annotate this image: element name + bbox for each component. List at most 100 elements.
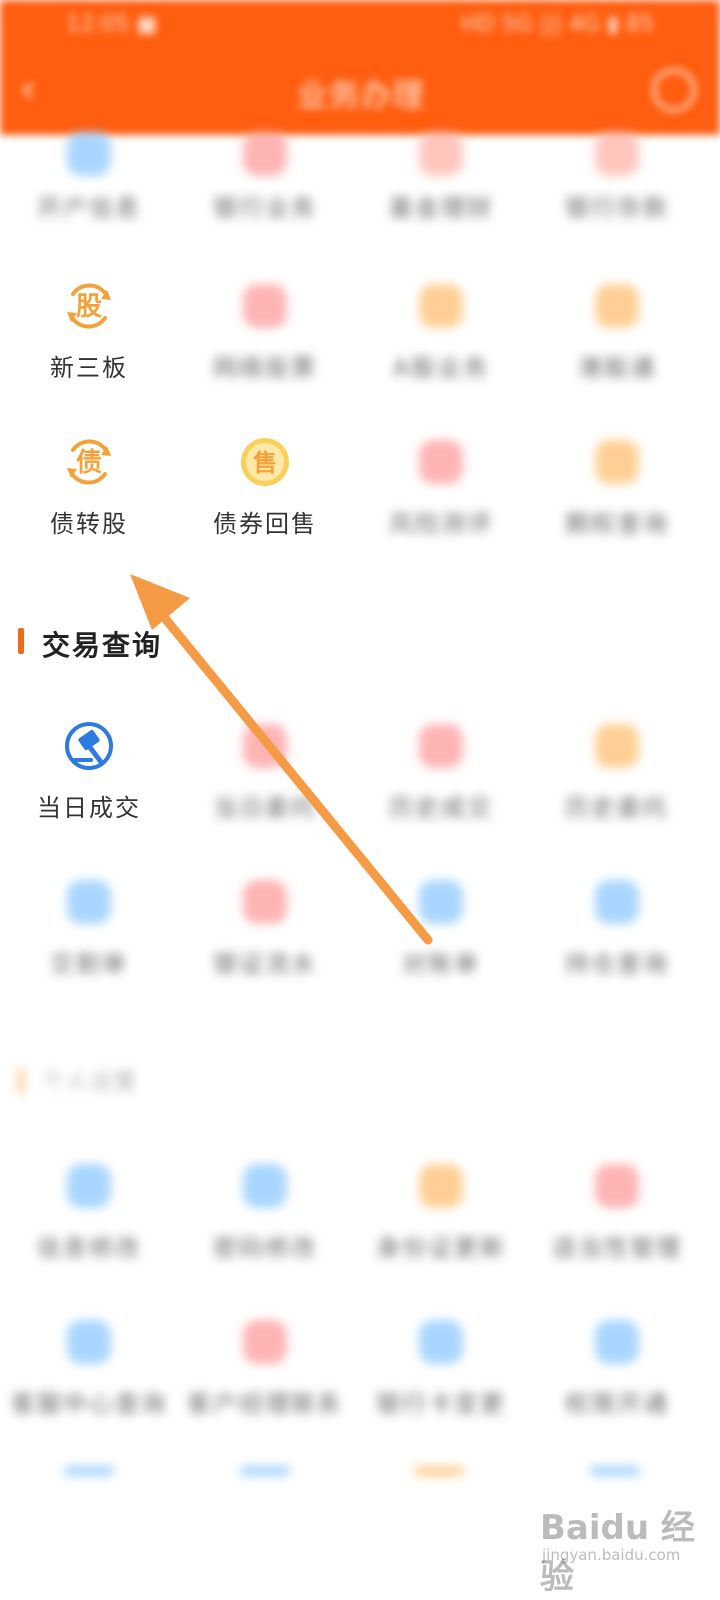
blue-book-icon-graphic: [419, 880, 463, 924]
partial-icon: [414, 1466, 464, 1476]
grid-item-label: 新三板: [50, 354, 128, 382]
svg-text:售: 售: [253, 449, 277, 477]
gu-stock-icon-graphic: 股: [67, 283, 111, 329]
grid-item-label: A股业务: [392, 354, 490, 382]
red-card-icon-graphic: [243, 1320, 287, 1364]
nav-bar: ‹ 业务办理: [0, 60, 720, 120]
red-card-icon: [239, 1316, 291, 1368]
blue-person-icon: [239, 1160, 291, 1212]
red-bill-icon-graphic: [243, 880, 287, 924]
red-leaf-icon: [415, 436, 467, 488]
grid-item[interactable]: 密码修改: [177, 1160, 353, 1300]
grid-item[interactable]: 权限开通: [529, 1316, 705, 1456]
grid-item-label: 港股通: [578, 354, 656, 382]
grid-item-label: 银行业务: [213, 194, 317, 222]
grid-item[interactable]: 当日成交: [1, 720, 177, 860]
grid-item-label: 适当性管理: [552, 1234, 682, 1262]
orange-folder-icon-graphic: [595, 724, 639, 768]
grid-item[interactable]: 债债转股: [1, 436, 177, 576]
grid-item-label: 银行卡变更: [376, 1390, 506, 1418]
orange-circle-icon-graphic: [595, 440, 639, 484]
grid-item[interactable]: 售债券回售: [177, 436, 353, 576]
red-card-icon-graphic: [243, 132, 287, 176]
red-vote-icon-graphic: [243, 284, 287, 328]
red-vote-icon: [239, 280, 291, 332]
grid-item[interactable]: 持仓查询: [529, 876, 705, 1016]
partial-icon: [240, 1466, 290, 1476]
blue-book-icon: [415, 876, 467, 928]
gu-stock-icon: 股: [63, 280, 115, 332]
grid-item[interactable]: 风险测评: [353, 436, 529, 576]
orange-folder-icon: [591, 720, 643, 772]
orange-id-icon: [415, 1160, 467, 1212]
grid-item[interactable]: 股新三板: [1, 280, 177, 420]
grid-item-label: 当日成交: [37, 794, 141, 822]
grid-item[interactable]: 银证流水: [177, 876, 353, 1016]
grid-item-label: 网络投票: [213, 354, 317, 382]
grid-item-label: 客服中心查询: [11, 1390, 167, 1418]
blue-circle-icon: [591, 876, 643, 928]
section-accent-bar: [18, 628, 24, 654]
orange-circle-icon-graphic: [419, 284, 463, 328]
grid-item-label: 基金理财: [389, 194, 493, 222]
svg-text:债: 债: [76, 448, 102, 478]
grid-item-label: 开户信息: [37, 194, 141, 222]
grid-item-label: 权限开通: [565, 1390, 669, 1418]
grid-item-label: 信息修改: [37, 1234, 141, 1262]
red-bill-icon: [239, 876, 291, 928]
blue-phone-icon: [63, 1316, 115, 1368]
red-heart-icon-graphic: [419, 132, 463, 176]
grid-item-label: 密码修改: [213, 1234, 317, 1262]
grid-item-label: 期权查询: [565, 510, 669, 538]
section-title-text: 个人设置: [42, 1070, 139, 1095]
grid-item-label: 对账单: [402, 950, 480, 978]
grid-item-label: 持仓查询: [565, 950, 669, 978]
blue-square-icon-graphic: [67, 132, 111, 176]
grid-item-label: 交割单: [50, 950, 128, 978]
shou-sale-icon: 售: [239, 436, 291, 488]
grid-item[interactable]: 信息修改: [1, 1160, 177, 1300]
grid-item-label: 客户经理联系: [187, 1390, 343, 1418]
grid-item[interactable]: 期权查询: [529, 436, 705, 576]
page-title: 业务办理: [295, 76, 424, 114]
grid-item-label: 历史委托: [565, 794, 669, 822]
grid-item[interactable]: 当日委托: [177, 720, 353, 860]
status-icons: HD 5G ||| 4G ▮ 85: [461, 12, 654, 37]
grid-item-label: 债转股: [50, 510, 128, 538]
orange-circle-icon: [415, 280, 467, 332]
grid-item[interactable]: 历史成交: [353, 720, 529, 860]
grid-item[interactable]: 客服中心查询: [1, 1316, 177, 1456]
settings-icon[interactable]: [652, 68, 696, 112]
grid-item[interactable]: A股业务: [353, 280, 529, 420]
grid-item[interactable]: 网络投票: [177, 280, 353, 420]
hammer-trade-icon-graphic: [65, 722, 113, 770]
blue-card-icon: [415, 1316, 467, 1368]
grid-item[interactable]: 客户经理联系: [177, 1316, 353, 1456]
grid-item[interactable]: 对账单: [353, 876, 529, 1016]
blue-jiao-icon: [63, 876, 115, 928]
orange-circle-icon-graphic: [595, 284, 639, 328]
red-bag-icon: [591, 128, 643, 180]
red-shield-icon: [591, 1160, 643, 1212]
grid-item[interactable]: 历史委托: [529, 720, 705, 860]
blue-phone-icon-graphic: [67, 1320, 111, 1364]
red-circle-icon: [415, 720, 467, 772]
blue-person-icon-graphic: [243, 1164, 287, 1208]
grid-item[interactable]: 银行业务: [177, 128, 353, 268]
grid-item[interactable]: 适当性管理: [529, 1160, 705, 1300]
grid-item[interactable]: 港股通: [529, 280, 705, 420]
grid-item[interactable]: 开户信息: [1, 128, 177, 268]
grid-item[interactable]: 银行卡变更: [353, 1316, 529, 1456]
grid-item[interactable]: 身份证更新: [353, 1160, 529, 1300]
watermark-url: jingyan.baidu.com: [542, 1546, 681, 1564]
status-bar: 12:05 ■ HD 5G ||| 4G ▮ 85: [60, 8, 660, 44]
grid-item[interactable]: 交割单: [1, 876, 177, 1016]
grid-item[interactable]: 基金理财: [353, 128, 529, 268]
arrow-head: [130, 574, 190, 630]
orange-circle-icon: [591, 280, 643, 332]
grid-item-label: 风险测评: [389, 510, 493, 538]
blue-shield-icon: [63, 1160, 115, 1212]
grid-item[interactable]: 银行存款: [529, 128, 705, 268]
blue-circle-icon-graphic: [595, 880, 639, 924]
zhai-bond-icon-graphic: 债: [67, 439, 111, 485]
